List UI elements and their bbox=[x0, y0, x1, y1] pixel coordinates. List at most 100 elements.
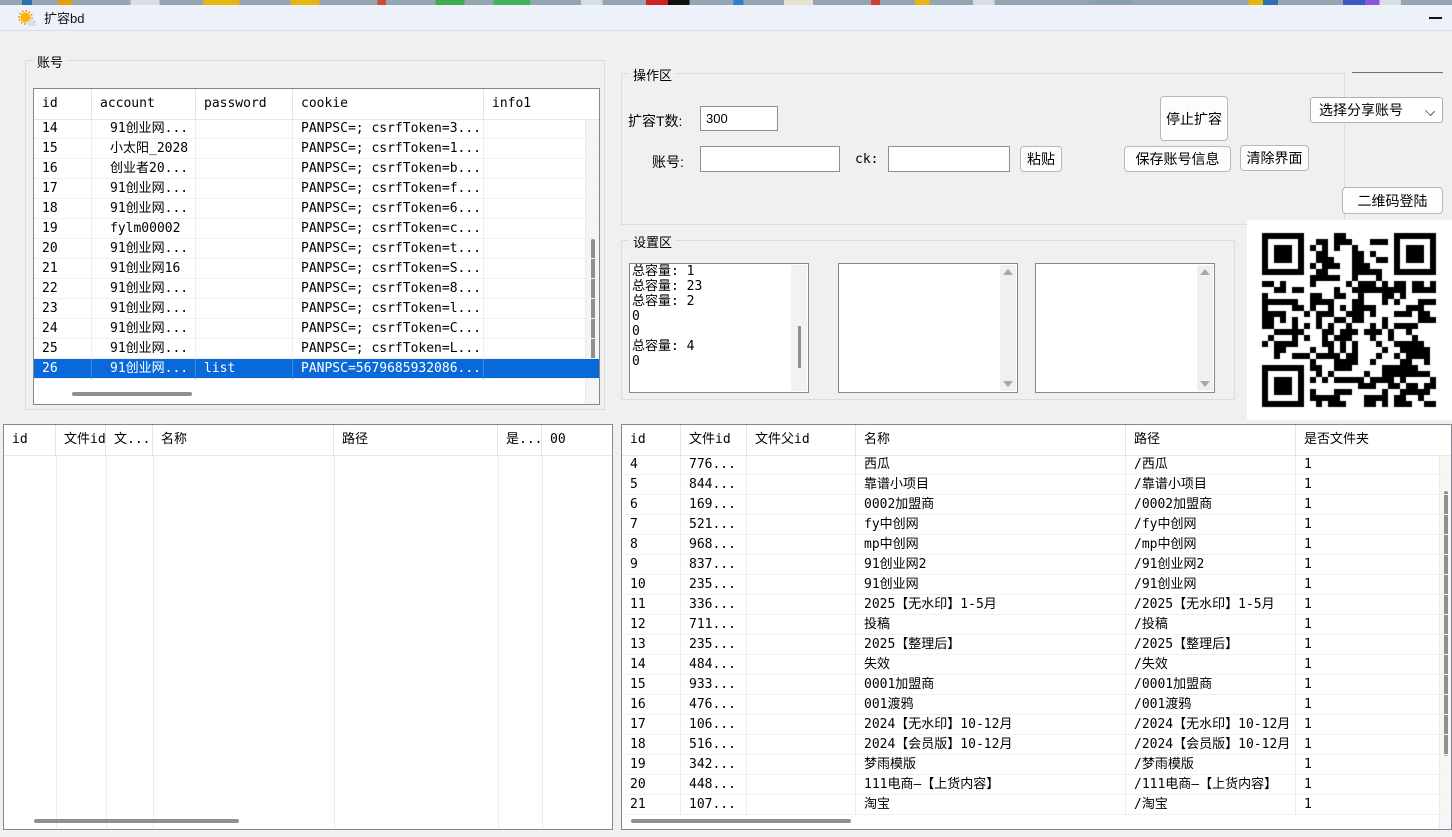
cell: PANPSC=; csrfToken=c... bbox=[293, 219, 484, 239]
left-table-horizontal-scrollbar-thumb[interactable] bbox=[34, 819, 239, 823]
list-item[interactable]: 总容量: 1 bbox=[630, 264, 808, 279]
cell: 15 bbox=[622, 675, 681, 695]
cell: /mp中创网 bbox=[1126, 535, 1296, 555]
cell: /91创业网 bbox=[1126, 575, 1296, 595]
table-row[interactable]: 16476...001渡鸦/001渡鸦1 bbox=[622, 695, 1451, 715]
triangle-down-icon[interactable] bbox=[1003, 381, 1013, 387]
table-row[interactable]: 1891创业网...PANPSC=; csrfToken=6... bbox=[34, 199, 599, 219]
table-row[interactable]: 18516...2024【会员版】10-12月/2024【会员版】10-12月1 bbox=[622, 735, 1451, 755]
cell: /91创业网2 bbox=[1126, 555, 1296, 575]
save-account-info-button[interactable]: 保存账号信息 bbox=[1124, 146, 1231, 172]
right-file-table-header: id文件id文件父id名称路径是否文件夹 bbox=[622, 425, 1451, 455]
cell: 18 bbox=[34, 199, 92, 219]
cell bbox=[747, 615, 856, 635]
table-row[interactable]: 19fylm00002PANPSC=; csrfToken=c... bbox=[34, 219, 599, 239]
share-account-combo[interactable]: 选择分享账号 bbox=[1310, 97, 1443, 123]
stop-expand-button[interactable]: 停止扩容 bbox=[1160, 96, 1228, 141]
table-row[interactable]: 15小太阳_2028PANPSC=; csrfToken=1... bbox=[34, 139, 599, 159]
triangle-down-icon[interactable] bbox=[1200, 381, 1210, 387]
cell: 1 bbox=[1296, 735, 1441, 755]
list-item[interactable]: 0 bbox=[630, 309, 808, 324]
table-row[interactable]: 2591创业网...PANPSC=; csrfToken=L... bbox=[34, 339, 599, 359]
table-row[interactable]: 4776...西瓜/西瓜1 bbox=[622, 455, 1451, 475]
table-row[interactable]: 13235...2025【整理后】/2025【整理后】1 bbox=[622, 635, 1451, 655]
accounts-table[interactable]: idaccountpasswordcookieinfo1 1491创业网...P… bbox=[33, 88, 600, 405]
table-row[interactable]: 2491创业网...PANPSC=; csrfToken=C... bbox=[34, 319, 599, 339]
cell: 1 bbox=[1296, 495, 1441, 515]
table-row[interactable]: 7521...fy中创网/fy中创网1 bbox=[622, 515, 1451, 535]
operation-group-title: 操作区 bbox=[629, 65, 676, 84]
table-row[interactable]: 2291创业网...PANPSC=; csrfToken=8... bbox=[34, 279, 599, 299]
table-row[interactable]: 11336...2025【无水印】1-5月/2025【无水印】1-5月1 bbox=[622, 595, 1451, 615]
table-row[interactable]: 10235...91创业网/91创业网1 bbox=[622, 575, 1451, 595]
cell: 4 bbox=[622, 455, 681, 475]
cell: 91创业网... bbox=[92, 239, 196, 259]
cell: 19 bbox=[34, 219, 92, 239]
minimize-icon[interactable] bbox=[1422, 5, 1448, 31]
cell: 342... bbox=[681, 755, 747, 775]
accounts-horizontal-scrollbar-thumb[interactable] bbox=[72, 392, 192, 396]
cell: 1 bbox=[1296, 615, 1441, 635]
cell bbox=[484, 339, 574, 359]
cell bbox=[196, 199, 293, 219]
table-row[interactable]: 16创业者20...PANPSC=; csrfToken=b... bbox=[34, 159, 599, 179]
table-row[interactable]: 14484...失效/失效1 bbox=[622, 655, 1451, 675]
ck-label: ck: bbox=[855, 152, 878, 167]
right-file-table[interactable]: id文件id文件父id名称路径是否文件夹 4776...西瓜/西瓜15844..… bbox=[621, 424, 1452, 830]
cell: 711... bbox=[681, 615, 747, 635]
titlebar: 扩容bd bbox=[0, 5, 1452, 31]
clear-ui-button[interactable]: 清除界面 bbox=[1240, 145, 1309, 171]
list-item[interactable]: 0 bbox=[630, 324, 808, 339]
right-file-table-body: 4776...西瓜/西瓜15844...靠谱小项目/靠谱小项目16169...0… bbox=[622, 455, 1451, 815]
settings-listbox-3[interactable] bbox=[1035, 263, 1215, 393]
accounts-group-title: 账号 bbox=[33, 52, 67, 71]
table-row[interactable]: 5844...靠谱小项目/靠谱小项目1 bbox=[622, 475, 1451, 495]
table-row[interactable]: 2091创业网...PANPSC=; csrfToken=t... bbox=[34, 239, 599, 259]
table-row[interactable]: 21107...淘宝/淘宝1 bbox=[622, 795, 1451, 815]
cell: 001渡鸦 bbox=[856, 695, 1126, 715]
cell: 靠谱小项目 bbox=[856, 475, 1126, 495]
left-file-table[interactable]: id文件id文...名称路径是...00 bbox=[3, 424, 613, 830]
table-row[interactable]: 17106...2024【无水印】10-12月/2024【无水印】10-12月1 bbox=[622, 715, 1451, 735]
list-item[interactable]: 总容量: 23 bbox=[630, 279, 808, 294]
settings-listbox-2[interactable] bbox=[838, 263, 1018, 393]
cell bbox=[484, 159, 574, 179]
cell: 2025【整理后】 bbox=[856, 635, 1126, 655]
cell: /111电商—【上货内容】 bbox=[1126, 775, 1296, 795]
column-header: 路径 bbox=[334, 425, 498, 455]
ck-input[interactable] bbox=[888, 146, 1010, 172]
qr-login-button[interactable]: 二维码登陆 bbox=[1342, 187, 1443, 214]
account-input[interactable] bbox=[700, 146, 840, 172]
cell bbox=[196, 279, 293, 299]
list-item[interactable]: 总容量: 4 bbox=[630, 339, 808, 354]
table-row[interactable]: 2191创业网16PANPSC=; csrfToken=S... bbox=[34, 259, 599, 279]
cell: 11 bbox=[622, 595, 681, 615]
table-row[interactable]: 12711...投稿/投稿1 bbox=[622, 615, 1451, 635]
table-row[interactable]: 2391创业网...PANPSC=; csrfToken=l... bbox=[34, 299, 599, 319]
column-header: 文件父id bbox=[747, 425, 856, 455]
paste-button[interactable]: 粘贴 bbox=[1020, 146, 1062, 172]
list-item[interactable]: 总容量: 2 bbox=[630, 294, 808, 309]
table-row[interactable]: 9837...91创业网2/91创业网21 bbox=[622, 555, 1451, 575]
table-row[interactable]: 6169...0002加盟商/0002加盟商1 bbox=[622, 495, 1451, 515]
table-row[interactable]: 19342...梦雨模版/梦雨模版1 bbox=[622, 755, 1451, 775]
table-row[interactable]: 20448...111电商—【上货内容】/111电商—【上货内容】1 bbox=[622, 775, 1451, 795]
triangle-up-icon[interactable] bbox=[1200, 269, 1210, 275]
cell: 21 bbox=[34, 259, 92, 279]
cell: 9 bbox=[622, 555, 681, 575]
table-row[interactable]: 1791创业网...PANPSC=; csrfToken=f... bbox=[34, 179, 599, 199]
right-table-horizontal-scrollbar-thumb[interactable] bbox=[631, 819, 851, 823]
cell: /淘宝 bbox=[1126, 795, 1296, 815]
capacity-listbox[interactable]: 总容量: 1总容量: 23总容量: 200总容量: 40 bbox=[629, 263, 809, 393]
separator-line bbox=[1352, 72, 1443, 73]
triangle-up-icon[interactable] bbox=[1003, 269, 1013, 275]
expand-t-input[interactable] bbox=[700, 106, 778, 131]
table-row[interactable]: 15933...0001加盟商/0001加盟商1 bbox=[622, 675, 1451, 695]
cell: 1 bbox=[1296, 675, 1441, 695]
table-row[interactable]: 1491创业网...PANPSC=; csrfToken=3... bbox=[34, 119, 599, 139]
list-item[interactable]: 0 bbox=[630, 354, 808, 369]
table-row[interactable]: 8968...mp中创网/mp中创网1 bbox=[622, 535, 1451, 555]
cell: 2024【无水印】10-12月 bbox=[856, 715, 1126, 735]
scrollbar-thumb[interactable] bbox=[798, 326, 801, 368]
table-row[interactable]: 2691创业网...listPANPSC=5679685932086... bbox=[34, 359, 599, 379]
